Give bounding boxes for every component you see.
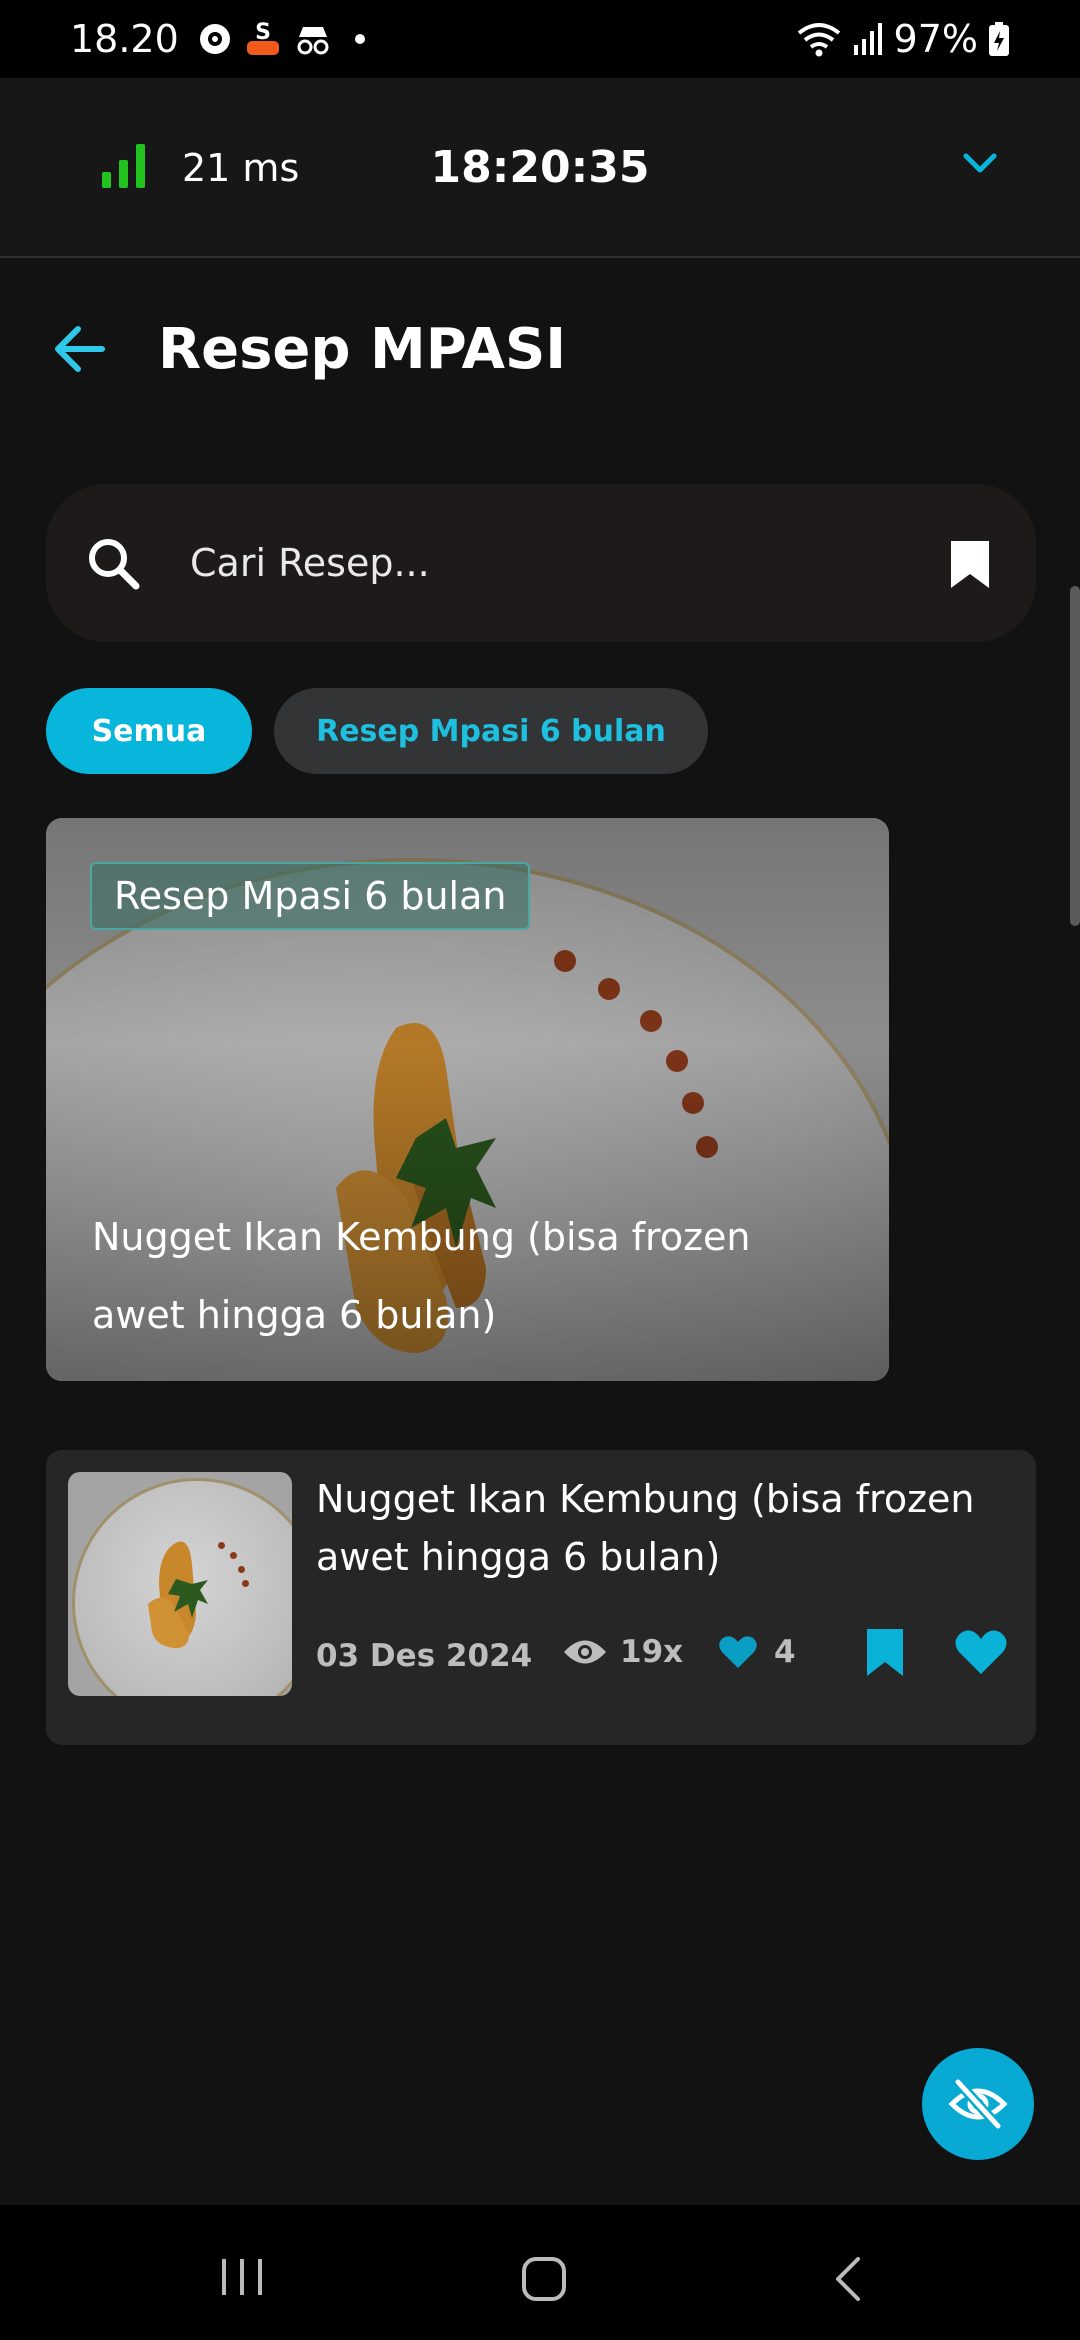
title-row: Resep MPASI xyxy=(0,300,1080,400)
status-bar: 18.20 S 97% xyxy=(0,0,1080,78)
chevron-down-icon[interactable] xyxy=(960,144,1000,184)
search-icon xyxy=(89,539,140,590)
battery-charging-icon xyxy=(989,22,1009,56)
likes-count: 4 xyxy=(774,1634,796,1670)
recipe-likes: 4 xyxy=(718,1634,796,1670)
notification-icons: S xyxy=(197,19,365,59)
recipe-thumbnail xyxy=(68,1472,292,1696)
search-bar xyxy=(46,484,1036,642)
eye-off-icon xyxy=(948,2078,1008,2130)
search-input[interactable] xyxy=(190,532,950,594)
home-icon[interactable] xyxy=(520,2255,568,2303)
bookmark-icon[interactable] xyxy=(864,1626,906,1678)
heart-icon[interactable] xyxy=(954,1628,1008,1676)
filter-chip-semua[interactable]: Semua xyxy=(46,688,252,774)
more-notifications-dot xyxy=(354,34,365,44)
status-time: 18.20 xyxy=(70,17,179,61)
filter-chip-mpasi-6-bulan[interactable]: Resep Mpasi 6 bulan xyxy=(274,688,708,774)
recipe-date: 03 Des 2024 xyxy=(316,1638,533,1674)
signal-icon xyxy=(102,144,145,188)
ping-value: 21 ms xyxy=(182,146,300,190)
incognito-icon xyxy=(297,27,329,55)
svg-text:S: S xyxy=(255,20,271,45)
back-arrow-icon[interactable] xyxy=(50,320,108,378)
wifi-icon xyxy=(797,23,840,57)
notification-app-icon xyxy=(199,24,230,54)
recipe-views: 19x xyxy=(562,1634,683,1670)
nav-back-icon[interactable] xyxy=(832,2255,862,2303)
featured-recipe-card[interactable]: Resep Mpasi 6 bulan Nugget Ikan Kembung … xyxy=(46,818,889,1381)
hide-overlay-button[interactable] xyxy=(922,2048,1034,2160)
system-nav-bar xyxy=(0,2205,1080,2340)
recipe-list-item[interactable]: Nugget Ikan Kembung (bisa frozen awet hi… xyxy=(46,1450,1036,1745)
shopee-icon: S xyxy=(246,20,279,55)
cell-signal-icon xyxy=(853,23,882,55)
recent-apps-icon[interactable] xyxy=(218,2257,268,2297)
clock: 18:20:35 xyxy=(430,142,650,193)
eye-icon xyxy=(564,1640,606,1664)
recipe-title: Nugget Ikan Kembung (bisa frozen awet hi… xyxy=(316,1477,975,1579)
scrollbar[interactable] xyxy=(1070,586,1080,926)
heart-icon xyxy=(719,1636,757,1668)
page-title: Resep MPASI xyxy=(158,317,567,382)
featured-title: Nugget Ikan Kembung (bisa frozen awet hi… xyxy=(92,1215,751,1337)
category-tag: Resep Mpasi 6 bulan xyxy=(90,862,531,930)
battery-percent: 97% xyxy=(893,17,978,61)
latency-header: 21 ms 18:20:35 xyxy=(0,78,1080,258)
views-count: 19x xyxy=(620,1634,684,1670)
bookmark-icon[interactable] xyxy=(948,538,992,590)
status-right: 97% xyxy=(796,17,1010,61)
